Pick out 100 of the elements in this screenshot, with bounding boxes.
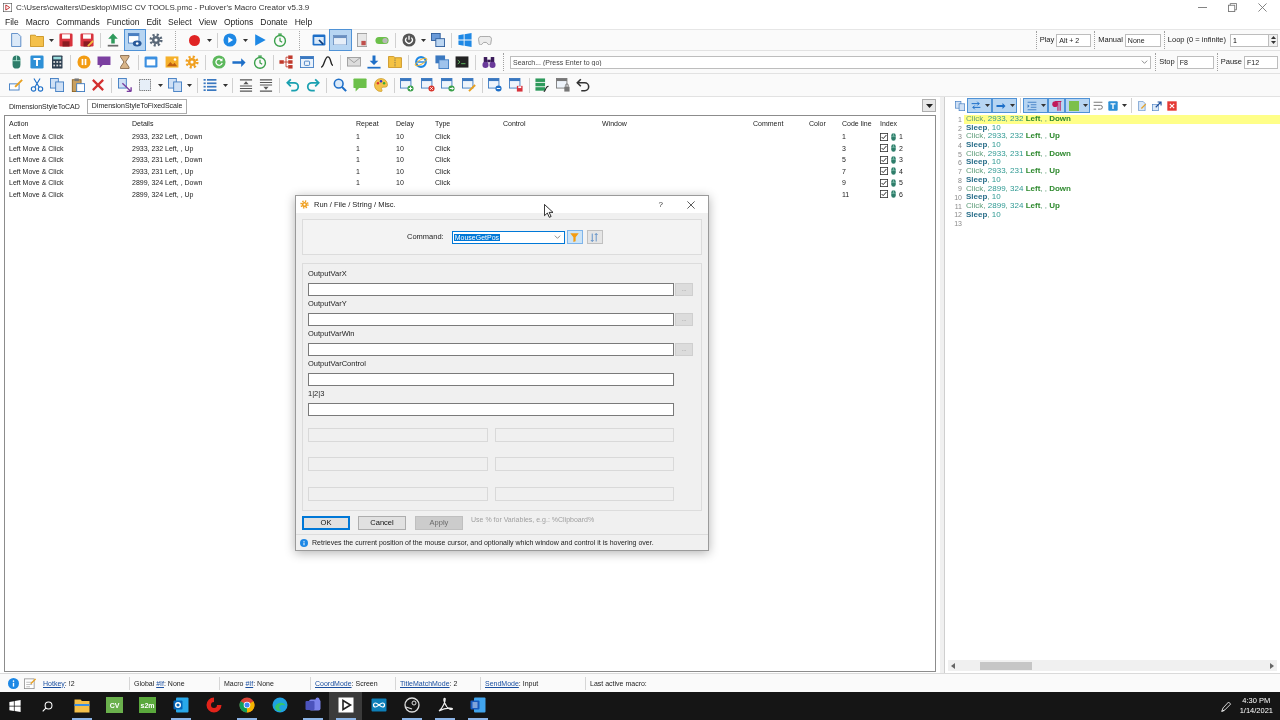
window-icon[interactable] <box>311 34 326 46</box>
caret-icon[interactable] <box>187 83 192 87</box>
scissors-icon[interactable] <box>29 78 44 92</box>
text-tile-icon[interactable] <box>1107 100 1118 111</box>
redo-icon[interactable] <box>306 78 321 92</box>
calculator-icon[interactable] <box>52 55 63 69</box>
zip-folder-icon[interactable] <box>387 56 402 68</box>
input-field[interactable] <box>308 342 674 356</box>
play-circle-icon[interactable] <box>223 33 238 47</box>
palette-icon[interactable] <box>373 78 388 92</box>
upload-arrow-icon[interactable] <box>106 33 121 47</box>
undo-icon[interactable] <box>285 78 300 92</box>
selection-icon[interactable] <box>139 79 152 91</box>
window-pencil-icon[interactable] <box>461 78 476 92</box>
download-icon[interactable] <box>367 55 382 69</box>
menu-item[interactable]: File <box>1 17 23 27</box>
minimize-icon[interactable] <box>1197 7 1207 8</box>
mouse-icon[interactable] <box>11 55 21 69</box>
power-icon[interactable] <box>401 33 416 47</box>
taskbar-button[interactable] <box>329 692 362 720</box>
menu-item[interactable]: Commands <box>52 17 104 27</box>
four-tiles-icon[interactable] <box>457 33 472 47</box>
info-icon[interactable] <box>7 677 19 689</box>
window-save-icon[interactable] <box>508 78 523 92</box>
toggle-switch-icon[interactable] <box>375 36 390 44</box>
hourglass-icon[interactable] <box>120 55 130 69</box>
checkbox[interactable] <box>880 190 888 199</box>
stacked-windows-icon[interactable] <box>434 55 449 69</box>
caret-icon[interactable] <box>421 38 426 42</box>
curve-icon[interactable] <box>320 56 335 68</box>
input-field[interactable] <box>308 402 674 416</box>
checkbox[interactable] <box>880 144 888 153</box>
caret-icon[interactable] <box>984 104 990 107</box>
document-icon[interactable] <box>9 33 24 47</box>
document-arrow-icon[interactable] <box>117 78 132 92</box>
caret-icon[interactable] <box>207 38 212 42</box>
hierarchy-icon[interactable] <box>279 55 294 69</box>
text-wrap-icon[interactable] <box>1092 100 1103 111</box>
scroll-right-icon[interactable] <box>1270 662 1274 669</box>
help-button[interactable]: ? <box>658 200 663 209</box>
close-icon[interactable] <box>687 200 695 209</box>
menu-item[interactable]: Select <box>164 17 196 27</box>
binoculars-icon[interactable] <box>481 56 496 68</box>
server-stack-icon[interactable] <box>535 78 550 92</box>
floppy-disk-pencil-icon[interactable] <box>79 33 94 47</box>
record-icon[interactable] <box>189 34 201 46</box>
stopwatch-icon[interactable] <box>273 33 288 47</box>
checkbox[interactable] <box>880 167 888 176</box>
caret-icon[interactable] <box>1082 104 1088 107</box>
folder-icon[interactable] <box>29 33 44 47</box>
checkbox[interactable] <box>880 132 888 141</box>
pressed-button[interactable] <box>1048 98 1065 113</box>
copy-icon[interactable] <box>954 100 965 111</box>
menu-item[interactable]: Edit <box>142 17 165 27</box>
scrollbar-thumb[interactable] <box>980 661 1032 670</box>
window-lock-icon[interactable] <box>555 78 570 92</box>
pencil-box-icon[interactable] <box>9 79 24 91</box>
close-icon[interactable] <box>1257 3 1267 12</box>
window-remove-icon[interactable] <box>420 78 435 92</box>
search-icon[interactable] <box>41 700 53 712</box>
spinner-buttons[interactable] <box>1268 33 1278 47</box>
caret-icon[interactable] <box>1121 104 1127 107</box>
chevron-down-icon[interactable] <box>553 235 561 239</box>
menu-item[interactable]: Function <box>103 17 143 27</box>
spin-down-icon[interactable] <box>1270 41 1276 45</box>
stopwatch-icon[interactable] <box>252 55 267 69</box>
caret-icon[interactable] <box>157 83 163 87</box>
speech-bubble-icon[interactable] <box>97 55 112 69</box>
envelope-icon[interactable] <box>346 57 361 67</box>
text-tile-icon[interactable] <box>29 55 44 69</box>
input-field[interactable] <box>308 282 674 296</box>
copy-icon[interactable] <box>167 78 182 92</box>
notepad-icon[interactable] <box>24 677 36 689</box>
menu-item[interactable]: Macro <box>22 17 53 27</box>
window-plus-icon[interactable] <box>400 78 415 92</box>
stacked-windows-icon[interactable] <box>431 33 446 47</box>
caret-icon[interactable] <box>242 38 248 42</box>
globe-icon[interactable] <box>414 55 429 69</box>
close-icon[interactable] <box>1166 100 1177 111</box>
menu-item[interactable]: Help <box>291 17 316 27</box>
right-arrow-icon[interactable] <box>232 57 247 67</box>
pen-icon[interactable] <box>1220 700 1232 712</box>
checkbox[interactable] <box>880 178 888 187</box>
delete-icon[interactable] <box>92 79 105 91</box>
dropdown-button[interactable] <box>922 99 936 112</box>
caret-icon[interactable] <box>49 38 54 42</box>
menu-item[interactable]: Options <box>220 17 257 27</box>
input-field[interactable] <box>308 312 674 326</box>
lines-arrow-icon[interactable] <box>238 78 253 92</box>
four-tiles-icon[interactable] <box>8 700 21 712</box>
menu-item[interactable]: Donate <box>256 17 292 27</box>
copy-icon[interactable] <box>50 78 65 92</box>
window-minus-icon[interactable] <box>488 78 503 92</box>
clipboard-icon[interactable] <box>70 78 85 92</box>
caret-icon[interactable] <box>222 83 228 87</box>
spin-up-icon[interactable] <box>1270 35 1276 39</box>
caret-icon[interactable] <box>1009 104 1015 107</box>
caret-icon[interactable] <box>1040 104 1046 107</box>
window-icon[interactable] <box>299 56 314 68</box>
checkbox[interactable] <box>880 155 888 164</box>
